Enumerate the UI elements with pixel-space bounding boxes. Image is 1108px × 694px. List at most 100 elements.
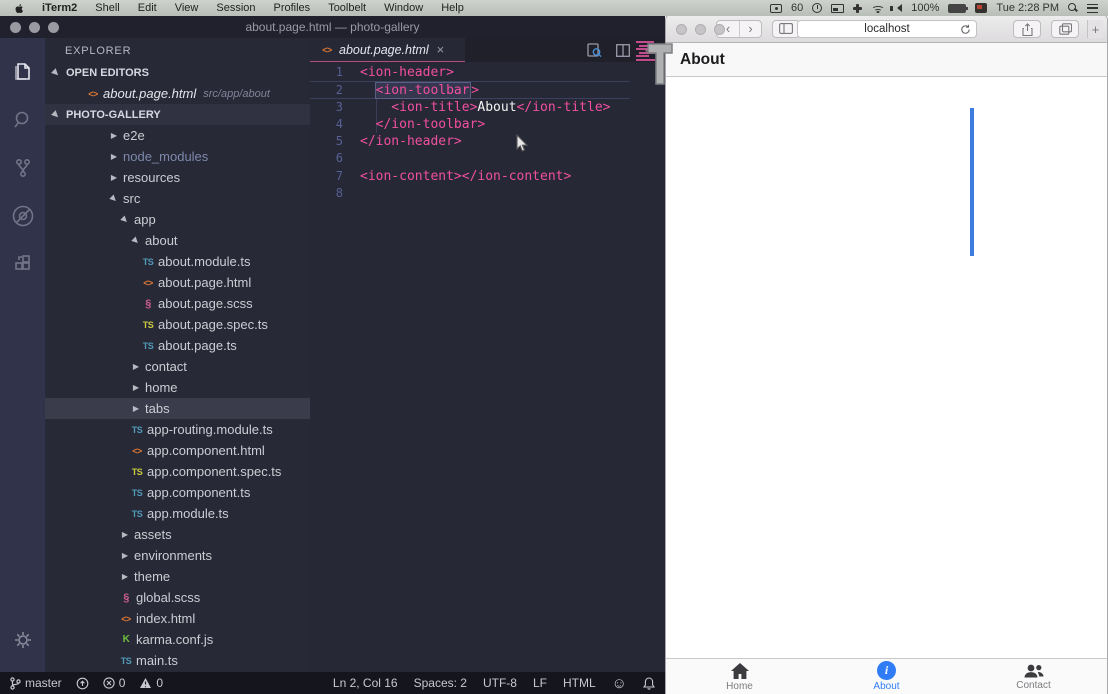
open-editors-header[interactable]: ▶ OPEN EDITORS xyxy=(45,62,310,83)
screen-record-icon[interactable] xyxy=(770,4,782,13)
tree-folder-home[interactable]: ▶home xyxy=(45,377,310,398)
tree-folder-environments[interactable]: ▶environments xyxy=(45,545,310,566)
extensions-icon[interactable] xyxy=(0,240,45,288)
tree-file-app.component.ts[interactable]: TSapp.component.ts xyxy=(45,482,310,503)
code-line-7[interactable]: 7<ion-content></ion-content> xyxy=(310,168,665,185)
error-count[interactable]: 0 xyxy=(103,676,126,690)
reload-icon[interactable] xyxy=(960,24,971,38)
tree-file-about.page.spec.ts[interactable]: TSabout.page.spec.ts xyxy=(45,314,310,335)
close-window-button[interactable] xyxy=(10,22,21,33)
tree-folder-src[interactable]: ▶src xyxy=(45,188,310,209)
code-line-8[interactable]: 8 xyxy=(310,185,665,202)
notifications-bell-icon[interactable] xyxy=(643,677,655,690)
menu-toolbelt[interactable]: Toolbelt xyxy=(319,2,375,14)
tree-folder-assets[interactable]: ▶assets xyxy=(45,524,310,545)
app-status-icon[interactable] xyxy=(975,3,987,13)
forward-button[interactable]: › xyxy=(739,21,761,37)
safari-toolbar[interactable]: ‹ › localhost + xyxy=(666,15,1107,43)
menu-view[interactable]: View xyxy=(166,2,208,14)
project-section-header[interactable]: ▶ PHOTO-GALLERY xyxy=(45,104,310,125)
close-tab-icon[interactable]: × xyxy=(437,42,445,57)
tree-file-global.scss[interactable]: §global.scss xyxy=(45,587,310,608)
code-line-5[interactable]: 5</ion-header> xyxy=(310,133,665,150)
tree-file-app.component.html[interactable]: <>app.component.html xyxy=(45,440,310,461)
tree-folder-resources[interactable]: ▶resources xyxy=(45,167,310,188)
settings-gear-icon[interactable] xyxy=(0,616,45,664)
search-icon[interactable] xyxy=(0,96,45,144)
tree-folder-e2e[interactable]: ▶e2e xyxy=(45,125,310,146)
code-line-3[interactable]: 3 <ion-title>About</ion-title> xyxy=(310,99,665,116)
sidebar-button[interactable] xyxy=(772,20,800,38)
cursor-position[interactable]: Ln 2, Col 16 xyxy=(333,676,398,690)
sync-button[interactable] xyxy=(76,677,89,690)
spotlight-icon[interactable] xyxy=(1068,3,1078,13)
volume-icon[interactable] xyxy=(893,4,902,12)
language-mode[interactable]: HTML xyxy=(563,676,596,690)
tree-folder-theme[interactable]: ▶theme xyxy=(45,566,310,587)
tree-folder-app[interactable]: ▶app xyxy=(45,209,310,230)
code-line-2[interactable]: 2 <ion-toolbar> xyxy=(310,81,630,98)
new-tab-button[interactable]: + xyxy=(1087,20,1103,38)
scss-icon: § xyxy=(140,298,156,310)
explorer-icon[interactable] xyxy=(0,48,45,96)
tree-file-index.html[interactable]: <>index.html xyxy=(45,608,310,629)
glasses-icon[interactable]: 60 xyxy=(791,2,803,14)
open-editor-item[interactable]: <> about.page.html src/app/about xyxy=(45,83,310,104)
tree-file-main.ts[interactable]: TSmain.ts xyxy=(45,650,310,671)
close-window-button[interactable] xyxy=(676,24,687,35)
menu-edit[interactable]: Edit xyxy=(129,2,166,14)
debug-disabled-icon[interactable] xyxy=(0,192,45,240)
time-machine-icon[interactable] xyxy=(812,3,822,13)
menu-window[interactable]: Window xyxy=(375,2,432,14)
menu-clock[interactable]: Tue 2:28 PM xyxy=(996,2,1059,14)
tree-file-about.module.ts[interactable]: TSabout.module.ts xyxy=(45,251,310,272)
code-area[interactable]: 1<ion-header>2 <ion-toolbar>3 <ion-title… xyxy=(310,62,665,202)
open-preview-icon[interactable] xyxy=(587,43,602,58)
tree-folder-contact[interactable]: ▶contact xyxy=(45,356,310,377)
share-button[interactable] xyxy=(1013,20,1041,38)
wifi-icon[interactable] xyxy=(871,3,884,13)
tree-folder-node_modules[interactable]: ▶node_modules xyxy=(45,146,310,167)
tab-about[interactable]: i About xyxy=(813,659,960,694)
zoom-window-button[interactable] xyxy=(714,24,725,35)
warning-count[interactable]: 0 xyxy=(139,676,163,690)
eol-setting[interactable]: LF xyxy=(533,676,547,690)
source-control-icon[interactable] xyxy=(0,144,45,192)
minimize-window-button[interactable] xyxy=(695,24,706,35)
indentation-setting[interactable]: Spaces: 2 xyxy=(414,676,467,690)
menu-session[interactable]: Session xyxy=(207,2,264,14)
menu-help[interactable]: Help xyxy=(432,2,473,14)
code-line-4[interactable]: 4 </ion-toolbar> xyxy=(310,116,665,133)
tree-file-about.page.scss[interactable]: §about.page.scss xyxy=(45,293,310,314)
feedback-smiley-icon[interactable]: ☺ xyxy=(612,675,627,692)
code-line-1[interactable]: 1<ion-header> xyxy=(310,64,665,81)
git-branch-indicator[interactable]: master xyxy=(10,676,62,690)
tab-contact[interactable]: Contact xyxy=(960,659,1107,694)
tree-file-app.module.ts[interactable]: TSapp.module.ts xyxy=(45,503,310,524)
fan-icon[interactable] xyxy=(856,4,859,13)
tree-file-about.page.html[interactable]: <>about.page.html xyxy=(45,272,310,293)
tree-file-karma.conf.js[interactable]: Kkarma.conf.js xyxy=(45,629,310,650)
tree-file-app.component.spec.ts[interactable]: TSapp.component.spec.ts xyxy=(45,461,310,482)
tabs-overview-button[interactable] xyxy=(1051,20,1079,38)
address-bar[interactable]: localhost xyxy=(797,20,977,38)
tree-folder-about[interactable]: ▶about xyxy=(45,230,310,251)
minimize-window-button[interactable] xyxy=(29,22,40,33)
notification-center-icon[interactable] xyxy=(1087,4,1098,13)
zoom-window-button[interactable] xyxy=(48,22,59,33)
battery-icon[interactable] xyxy=(948,4,966,13)
menu-shell[interactable]: Shell xyxy=(86,2,128,14)
menu-profiles[interactable]: Profiles xyxy=(265,2,320,14)
apple-logo-icon[interactable] xyxy=(14,3,25,14)
menu-iterm2[interactable]: iTerm2 xyxy=(33,2,86,14)
split-editor-icon[interactable] xyxy=(616,44,630,57)
tab-home[interactable]: Home xyxy=(666,659,813,694)
vscode-title-bar[interactable]: about.page.html — photo-gallery xyxy=(0,16,665,38)
display-icon[interactable] xyxy=(831,4,844,13)
tree-file-app-routing.module.ts[interactable]: TSapp-routing.module.ts xyxy=(45,419,310,440)
tree-folder-tabs[interactable]: ▶tabs xyxy=(45,398,310,419)
code-line-6[interactable]: 6 xyxy=(310,150,665,167)
tab-about-page-html[interactable]: <> about.page.html × xyxy=(310,38,465,62)
tree-file-about.page.ts[interactable]: TSabout.page.ts xyxy=(45,335,310,356)
encoding-setting[interactable]: UTF-8 xyxy=(483,676,517,690)
